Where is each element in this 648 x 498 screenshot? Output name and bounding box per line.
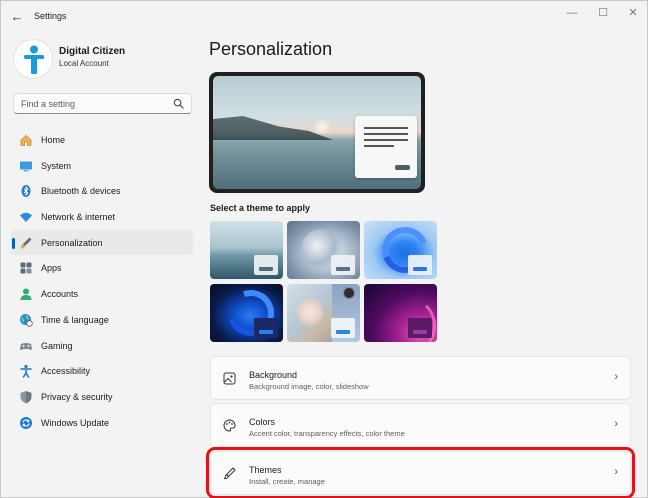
profile-name: Digital Citizen — [59, 46, 126, 57]
settings-window: ← Settings — ☐ ✕ Digital Citizen Local A… — [0, 0, 648, 498]
maximize-button[interactable]: ☐ — [588, 5, 618, 21]
sidebar-item-home[interactable]: Home — [11, 127, 193, 153]
palette-icon — [223, 419, 236, 432]
sidebar-item-bluetooth[interactable]: Bluetooth & devices — [11, 178, 193, 204]
display-icon — [20, 161, 32, 172]
avatar — [13, 39, 53, 79]
back-arrow-icon[interactable]: ← — [9, 9, 25, 25]
theme-tile-bloom-dark[interactable] — [210, 284, 283, 342]
card-title: Themes — [249, 465, 282, 475]
theme-tile-glow[interactable] — [287, 221, 360, 279]
theme-tile-flow[interactable] — [364, 284, 437, 342]
brush-icon — [20, 237, 32, 249]
sidebar-item-label: Network & internet — [41, 212, 116, 223]
sidebar-item-label: Privacy & security — [41, 391, 113, 402]
profile-account-type: Local Account — [59, 59, 109, 68]
card-title: Background — [249, 370, 298, 380]
sidebar-nav: Home System Bluetooth & devices Network … — [11, 127, 193, 435]
sidebar-item-accessibility[interactable]: Accessibility — [11, 358, 193, 384]
accessibility-icon — [20, 365, 32, 378]
sidebar-item-label: Time & language — [41, 314, 109, 325]
sidebar-item-label: Accessibility — [41, 366, 91, 377]
app-title: Settings — [34, 11, 67, 21]
sidebar-item-accounts[interactable]: Accounts — [11, 281, 193, 307]
preview-window-mockup — [355, 116, 417, 178]
theme-tile-lake[interactable] — [210, 221, 283, 279]
sidebar-item-label: System — [41, 160, 72, 171]
sidebar-item-label: Home — [41, 135, 66, 145]
chevron-right-icon: › — [614, 466, 618, 478]
chevron-right-icon: › — [614, 418, 618, 430]
sidebar-item-label: Apps — [41, 263, 62, 274]
title-bar: ← Settings — ☐ ✕ — [1, 1, 647, 33]
theme-tile-bloom-light[interactable] — [364, 221, 437, 279]
close-button[interactable]: ✕ — [618, 5, 648, 21]
theme-tile-spotlight[interactable] — [287, 284, 360, 342]
theme-preview — [209, 72, 425, 193]
sidebar-item-apps[interactable]: Apps — [11, 255, 193, 281]
sidebar-item-label: Accounts — [41, 289, 79, 300]
user-profile[interactable]: Digital Citizen Local Account — [13, 39, 193, 81]
sidebar-item-label: Gaming — [41, 340, 73, 351]
card-title: Colors — [249, 417, 276, 427]
preview-wallpaper — [213, 76, 421, 189]
shield-icon — [20, 390, 32, 404]
sidebar-item-label: Personalization — [41, 237, 103, 248]
image-icon — [223, 372, 236, 385]
colors-card[interactable]: Colors Accent color, transparency effect… — [210, 403, 631, 447]
person-icon — [24, 45, 44, 74]
card-subtitle: Install, create, manage — [249, 477, 325, 486]
bluetooth-icon — [21, 185, 31, 198]
sidebar-item-network[interactable]: Network & internet — [11, 204, 193, 230]
gamepad-icon — [20, 342, 32, 350]
sidebar-item-system[interactable]: System — [11, 153, 193, 179]
themes-grid — [210, 221, 438, 343]
themes-card[interactable]: Themes Install, create, manage › — [206, 447, 635, 498]
page-title: Personalization — [209, 39, 333, 59]
selection-indicator — [12, 237, 15, 249]
sidebar-item-label: Bluetooth & devices — [41, 186, 121, 197]
apps-icon — [20, 262, 32, 274]
card-subtitle: Background image, color, slideshow — [249, 382, 369, 391]
minimize-button[interactable]: — — [557, 5, 587, 21]
wifi-icon — [20, 212, 32, 223]
search-input[interactable]: Find a setting — [13, 93, 192, 114]
sidebar-item-privacy[interactable]: Privacy & security — [11, 384, 193, 410]
background-card[interactable]: Background Background image, color, slid… — [210, 356, 631, 400]
chevron-right-icon: › — [614, 371, 618, 383]
home-icon — [20, 134, 32, 146]
search-placeholder: Find a setting — [21, 99, 76, 109]
search-icon — [173, 98, 184, 109]
card-subtitle: Accent color, transparency effects, colo… — [249, 429, 405, 438]
person-icon — [20, 288, 32, 301]
sidebar-item-personalization[interactable]: Personalization — [11, 229, 193, 256]
sidebar-item-time-language[interactable]: Time & language — [11, 307, 193, 333]
camera-icon — [343, 287, 355, 299]
update-icon — [20, 416, 32, 429]
themes-section-label: Select a theme to apply — [210, 203, 311, 213]
sidebar-item-label: Windows Update — [41, 417, 110, 428]
globe-clock-icon — [20, 313, 33, 327]
sidebar-item-gaming[interactable]: Gaming — [11, 333, 193, 359]
sidebar-item-windows-update[interactable]: Windows Update — [11, 410, 193, 436]
brush-icon — [223, 467, 236, 480]
